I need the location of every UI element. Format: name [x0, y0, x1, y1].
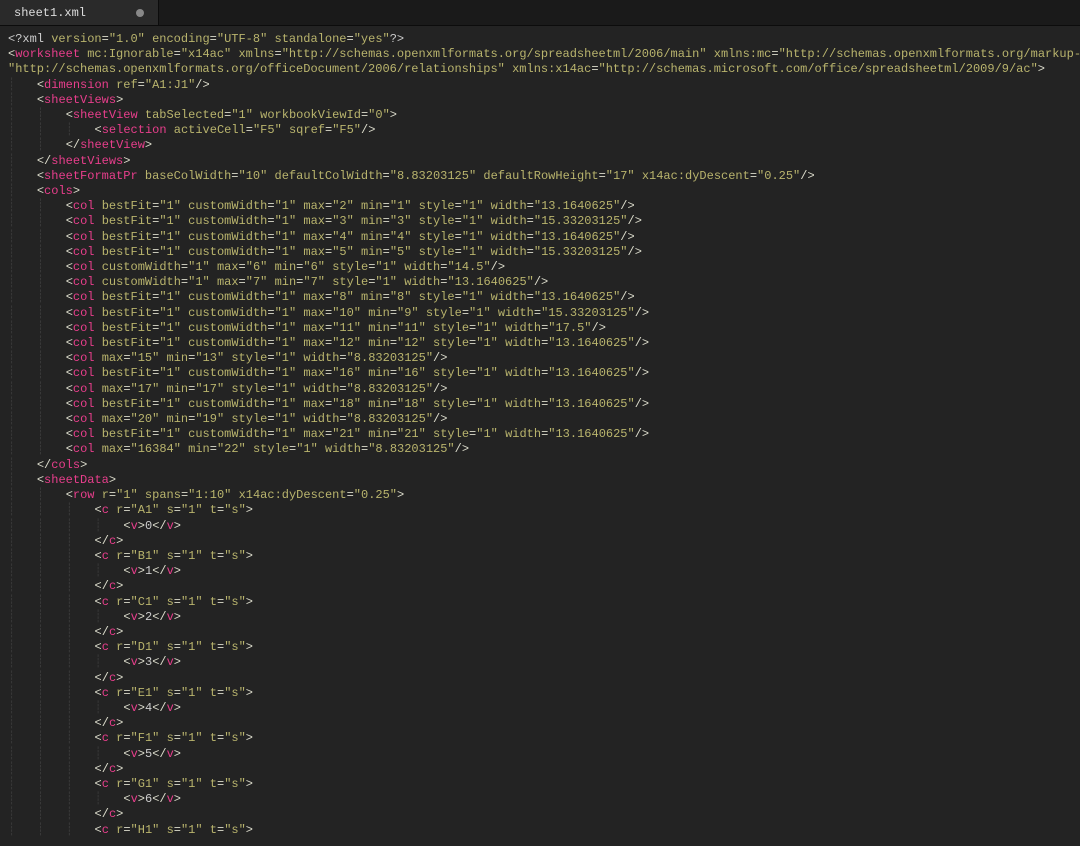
dirty-icon — [136, 9, 144, 17]
code-line: ┊ <dimension ref="A1:J1"/> — [8, 78, 1080, 93]
code-line: ┊ ┊ <col bestFit="1" customWidth="1" max… — [8, 321, 1080, 336]
code-line: ┊ </sheetViews> — [8, 154, 1080, 169]
code-line: ┊ ┊ ┊ <c r="B1" s="1" t="s"> — [8, 549, 1080, 564]
code-line: ┊ ┊ <col bestFit="1" customWidth="1" max… — [8, 214, 1080, 229]
code-line: ┊ ┊ <sheetView tabSelected="1" workbookV… — [8, 108, 1080, 123]
code-line: ┊ ┊ <col bestFit="1" customWidth="1" max… — [8, 366, 1080, 381]
code-line: ┊ ┊ ┊ <c r="D1" s="1" t="s"> — [8, 640, 1080, 655]
code-line: ┊ ┊ <col bestFit="1" customWidth="1" max… — [8, 397, 1080, 412]
code-line: <?xml version="1.0" encoding="UTF-8" sta… — [8, 32, 1080, 47]
code-line: "http://schemas.openxmlformats.org/offic… — [8, 62, 1080, 77]
code-line: ┊ ┊ <col max="15" min="13" style="1" wid… — [8, 351, 1080, 366]
code-line: ┊ ┊ ┊ <c r="A1" s="1" t="s"> — [8, 503, 1080, 518]
code-line: <worksheet mc:Ignorable="x14ac" xmlns="h… — [8, 47, 1080, 62]
code-line: ┊ ┊ ┊ ┊ <v>5</v> — [8, 747, 1080, 762]
code-line: ┊ ┊ ┊ ┊ <v>1</v> — [8, 564, 1080, 579]
code-line: ┊ ┊ <col max="20" min="19" style="1" wid… — [8, 412, 1080, 427]
code-line: ┊ <sheetFormatPr baseColWidth="10" defau… — [8, 169, 1080, 184]
code-line: ┊ ┊ ┊ ┊ <v>0</v> — [8, 519, 1080, 534]
code-line: ┊ ┊ <col bestFit="1" customWidth="1" max… — [8, 306, 1080, 321]
code-line: ┊ ┊ ┊ </c> — [8, 625, 1080, 640]
tab-bar: sheet1.xml — [0, 0, 1080, 26]
code-line: ┊ ┊ <col max="17" min="17" style="1" wid… — [8, 382, 1080, 397]
code-line: ┊ ┊ ┊ ┊ <v>4</v> — [8, 701, 1080, 716]
tab-filename: sheet1.xml — [14, 6, 86, 20]
code-line: ┊ ┊ ┊ <c r="E1" s="1" t="s"> — [8, 686, 1080, 701]
code-line: ┊ </cols> — [8, 458, 1080, 473]
code-line: ┊ ┊ ┊ <c r="G1" s="1" t="s"> — [8, 777, 1080, 792]
editor-tab[interactable]: sheet1.xml — [0, 0, 159, 25]
code-line: ┊ ┊ <col customWidth="1" max="7" min="7"… — [8, 275, 1080, 290]
code-line: ┊ <cols> — [8, 184, 1080, 199]
code-line: ┊ ┊ ┊ <c r="C1" s="1" t="s"> — [8, 595, 1080, 610]
code-line: ┊ ┊ ┊ ┊ <v>2</v> — [8, 610, 1080, 625]
code-line: ┊ ┊ ┊ <c r="F1" s="1" t="s"> — [8, 731, 1080, 746]
code-line: ┊ <sheetViews> — [8, 93, 1080, 108]
code-line: ┊ ┊ <col bestFit="1" customWidth="1" max… — [8, 427, 1080, 442]
code-line: ┊ ┊ <col bestFit="1" customWidth="1" max… — [8, 199, 1080, 214]
code-line: ┊ ┊ <col bestFit="1" customWidth="1" max… — [8, 290, 1080, 305]
code-line: ┊ ┊ ┊ </c> — [8, 716, 1080, 731]
code-line: ┊ ┊ <col max="16384" min="22" style="1" … — [8, 442, 1080, 457]
code-line: ┊ ┊ <col customWidth="1" max="6" min="6"… — [8, 260, 1080, 275]
code-line: ┊ ┊ ┊ </c> — [8, 579, 1080, 594]
code-line: ┊ ┊ ┊ <c r="H1" s="1" t="s"> — [8, 823, 1080, 838]
code-line: ┊ ┊ <col bestFit="1" customWidth="1" max… — [8, 336, 1080, 351]
code-line: ┊ ┊ </sheetView> — [8, 138, 1080, 153]
code-line: ┊ ┊ <col bestFit="1" customWidth="1" max… — [8, 230, 1080, 245]
code-line: ┊ ┊ ┊ ┊ <v>6</v> — [8, 792, 1080, 807]
code-line: ┊ ┊ ┊ </c> — [8, 807, 1080, 822]
code-line: ┊ <sheetData> — [8, 473, 1080, 488]
code-line: ┊ ┊ <col bestFit="1" customWidth="1" max… — [8, 245, 1080, 260]
code-line: ┊ ┊ ┊ </c> — [8, 762, 1080, 777]
code-editor[interactable]: <?xml version="1.0" encoding="UTF-8" sta… — [0, 26, 1080, 838]
code-line: ┊ ┊ ┊ ┊ <v>3</v> — [8, 655, 1080, 670]
code-line: ┊ ┊ <row r="1" spans="1:10" x14ac:dyDesc… — [8, 488, 1080, 503]
code-line: ┊ ┊ ┊ </c> — [8, 534, 1080, 549]
code-line: ┊ ┊ ┊ </c> — [8, 671, 1080, 686]
code-line: ┊ ┊ ┊ <selection activeCell="F5" sqref="… — [8, 123, 1080, 138]
